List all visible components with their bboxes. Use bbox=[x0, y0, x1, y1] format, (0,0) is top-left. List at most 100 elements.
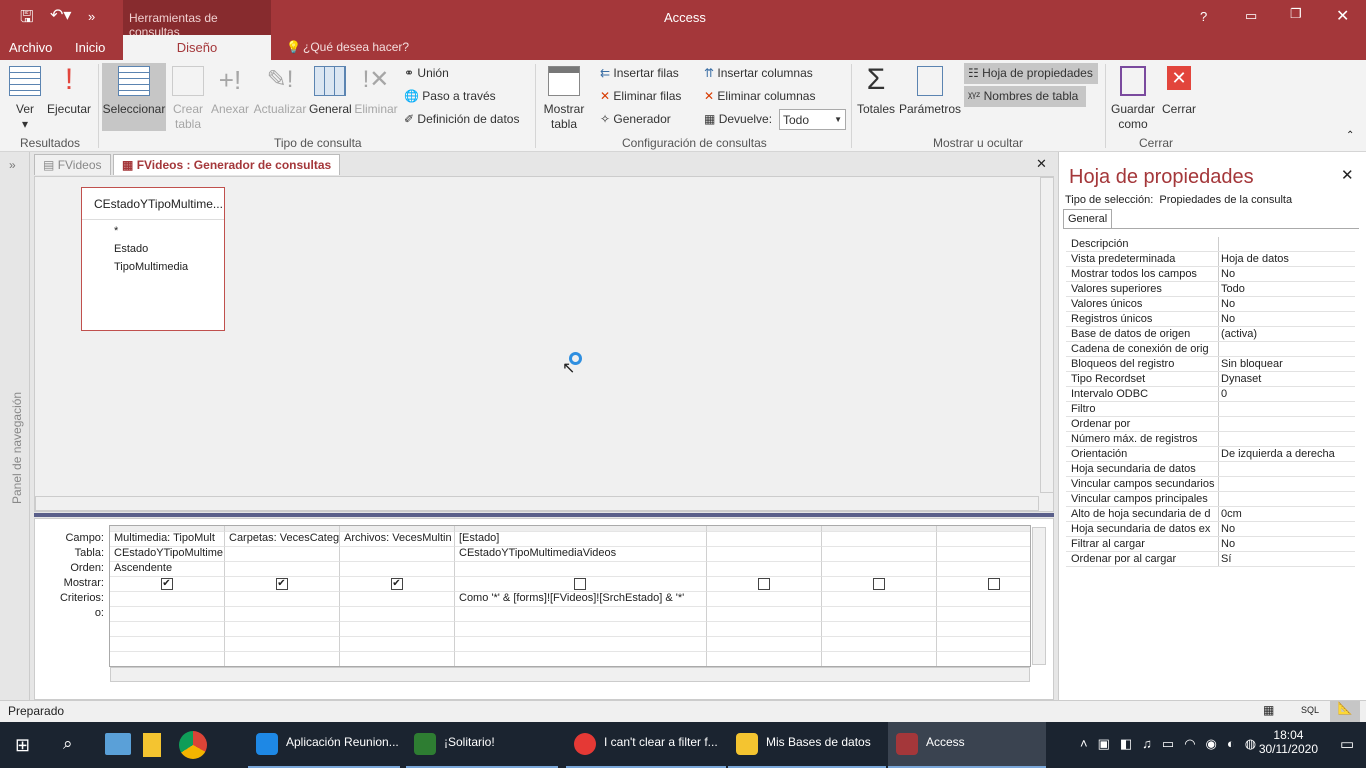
grid-cell-mostrar[interactable]: ✔ bbox=[340, 577, 455, 592]
restore-button[interactable]: ❐ bbox=[1290, 6, 1302, 22]
taskbar-item-access[interactable]: Access bbox=[888, 722, 1046, 768]
property-value[interactable]: Dynaset bbox=[1221, 373, 1261, 385]
grid-cell-campo[interactable] bbox=[822, 532, 937, 547]
grid-cell-tabla[interactable] bbox=[225, 547, 340, 562]
navigation-pane[interactable]: » Panel de navegación bbox=[0, 152, 30, 700]
parametros-button[interactable]: Parámetros bbox=[899, 66, 961, 117]
show-checkbox[interactable]: ✔ bbox=[390, 578, 403, 590]
anexar-button[interactable]: +! Anexar bbox=[210, 66, 250, 117]
close-property-sheet-button[interactable]: ✕ bbox=[1341, 166, 1354, 184]
insertar-columnas-button[interactable]: ⇈ Insertar columnas bbox=[704, 66, 813, 80]
nombres-tabla-button[interactable]: ᵡᵞᶻ Nombres de tabla bbox=[964, 86, 1086, 107]
tab-general[interactable]: General bbox=[1063, 209, 1113, 228]
property-row[interactable]: Vista predeterminada Hoja de datos bbox=[1066, 252, 1355, 267]
property-row[interactable]: Descripción bbox=[1066, 237, 1355, 252]
crear-tabla-button[interactable]: Crear tabla bbox=[170, 66, 206, 132]
grid-cell-empty[interactable] bbox=[110, 637, 225, 652]
taskbar-item-solitario[interactable]: ¡Solitario! bbox=[406, 722, 558, 768]
grid-cell-campo[interactable] bbox=[937, 532, 1030, 547]
show-checkbox[interactable]: ✔ bbox=[160, 578, 173, 590]
property-row[interactable]: Tipo Recordset Dynaset bbox=[1066, 372, 1355, 387]
grid-cell-empty[interactable] bbox=[225, 637, 340, 652]
totales-button[interactable]: Σ Totales bbox=[856, 65, 896, 117]
generador-button[interactable]: ✧ Generador bbox=[600, 112, 671, 126]
show-checkbox[interactable]: ✔ bbox=[275, 578, 288, 590]
property-row[interactable]: Valores superiores Todo bbox=[1066, 282, 1355, 297]
field-item[interactable]: TipoMultimedia bbox=[114, 258, 192, 276]
property-row[interactable]: Mostrar todos los campos No bbox=[1066, 267, 1355, 282]
field-item[interactable]: * bbox=[114, 222, 192, 240]
property-row[interactable]: Hoja secundaria de datos ex No bbox=[1066, 522, 1355, 537]
property-value[interactable]: (activa) bbox=[1221, 328, 1257, 340]
eliminar-button[interactable]: !✕ Eliminar bbox=[353, 66, 399, 117]
property-value[interactable]: Hoja de datos bbox=[1221, 253, 1289, 265]
property-value[interactable]: No bbox=[1221, 538, 1235, 550]
tab-diseno[interactable]: Diseño bbox=[123, 35, 271, 60]
computer-icon[interactable] bbox=[105, 733, 131, 755]
grid-cell-empty[interactable] bbox=[937, 652, 1030, 666]
eliminar-columnas-button[interactable]: ✕ Eliminar columnas bbox=[704, 89, 815, 103]
field-list[interactable]: CEstadoYTipoMultime... * Estado TipoMult… bbox=[81, 187, 225, 331]
grid-cell-empty[interactable] bbox=[225, 622, 340, 637]
general-button[interactable]: General bbox=[309, 66, 352, 117]
property-row[interactable]: Orientación De izquierda a derecha bbox=[1066, 447, 1355, 462]
grid-cell-empty[interactable] bbox=[225, 652, 340, 666]
grid-cell-empty[interactable] bbox=[110, 607, 225, 622]
grid-cell-tabla[interactable]: CEstadoYTipoMultimediaVideos bbox=[455, 547, 707, 562]
collapse-ribbon-icon[interactable]: ⌃ bbox=[1346, 130, 1354, 141]
property-value[interactable]: No bbox=[1221, 298, 1235, 310]
grid-cell-campo[interactable]: Archivos: VecesMultin bbox=[340, 532, 455, 547]
grid-vertical-scrollbar[interactable] bbox=[1032, 527, 1046, 665]
grid-cell-empty[interactable] bbox=[110, 652, 225, 666]
property-value[interactable]: No bbox=[1221, 523, 1235, 535]
clock[interactable]: 18:04 30/11/2020 bbox=[1259, 728, 1318, 756]
grid-cell-mostrar[interactable]: ✔ bbox=[110, 577, 225, 592]
definicion-button[interactable]: ✐ Definición de datos bbox=[404, 112, 519, 126]
ejecutar-button[interactable]: ! Ejecutar bbox=[46, 65, 92, 117]
taskbar-item-chrome[interactable]: I can't clear a filter f... bbox=[566, 722, 726, 768]
cerrar-button[interactable]: ✕ Cerrar bbox=[1160, 66, 1198, 117]
grid-cell-empty[interactable] bbox=[822, 622, 937, 637]
save-icon[interactable]: 🖫 bbox=[20, 6, 34, 33]
help-button[interactable]: ? bbox=[1200, 9, 1207, 24]
taskbar-item-explorer[interactable]: Mis Bases de datos bbox=[728, 722, 886, 768]
column-selector[interactable] bbox=[455, 526, 707, 532]
property-value[interactable]: Sin bloquear bbox=[1221, 358, 1283, 370]
field-item[interactable]: Estado bbox=[114, 240, 192, 258]
grid-cell-campo[interactable] bbox=[707, 532, 822, 547]
show-checkbox[interactable] bbox=[757, 578, 770, 590]
close-window-button[interactable]: ✕ bbox=[1336, 6, 1349, 26]
mostrar-tabla-button[interactable]: Mostrar tabla bbox=[540, 66, 588, 132]
eliminar-filas-button[interactable]: ✕ Eliminar filas bbox=[600, 89, 681, 103]
grid-cell-empty[interactable] bbox=[455, 607, 707, 622]
grid-horizontal-scrollbar[interactable] bbox=[110, 667, 1030, 682]
property-row[interactable]: Bloqueos del registro Sin bloquear bbox=[1066, 357, 1355, 372]
property-row[interactable]: Valores únicos No bbox=[1066, 297, 1355, 312]
grid-cell-empty[interactable] bbox=[225, 607, 340, 622]
property-row[interactable]: Número máx. de registros bbox=[1066, 432, 1355, 447]
datasheet-view-button[interactable]: ▦ bbox=[1263, 703, 1274, 717]
grid-cell-tabla[interactable] bbox=[822, 547, 937, 562]
undo-icon[interactable]: ↶▾ bbox=[50, 5, 71, 25]
hoja-propiedades-button[interactable]: ☷ Hoja de propiedades bbox=[964, 63, 1098, 84]
property-value[interactable]: Sí bbox=[1221, 553, 1231, 565]
design-view-button[interactable]: 📐 bbox=[1330, 701, 1360, 722]
column-selector[interactable] bbox=[110, 526, 225, 532]
upper-vertical-scrollbar[interactable] bbox=[1040, 177, 1054, 493]
grid-cell-mostrar[interactable] bbox=[707, 577, 822, 592]
ver-button[interactable]: Ver ▾ bbox=[8, 66, 42, 132]
grid-cell-empty[interactable] bbox=[455, 652, 707, 666]
tab-archivo[interactable]: Archivo bbox=[9, 40, 52, 55]
property-row[interactable]: Base de datos de origen (activa) bbox=[1066, 327, 1355, 342]
column-selector[interactable] bbox=[707, 526, 822, 532]
column-selector[interactable] bbox=[225, 526, 340, 532]
grid-cell-orden[interactable] bbox=[937, 562, 1030, 577]
grid-cell-campo[interactable]: Carpetas: VecesCateg bbox=[225, 532, 340, 547]
taskbar-item-skype[interactable]: Aplicación Reunion... bbox=[248, 722, 400, 768]
property-row[interactable]: Filtrar al cargar No bbox=[1066, 537, 1355, 552]
grid-cell-orden[interactable] bbox=[340, 562, 455, 577]
grid-cell-empty[interactable] bbox=[822, 607, 937, 622]
grid-cell-empty[interactable] bbox=[707, 652, 822, 666]
grid-cell-empty[interactable] bbox=[455, 622, 707, 637]
grid-cell-empty[interactable] bbox=[340, 652, 455, 666]
